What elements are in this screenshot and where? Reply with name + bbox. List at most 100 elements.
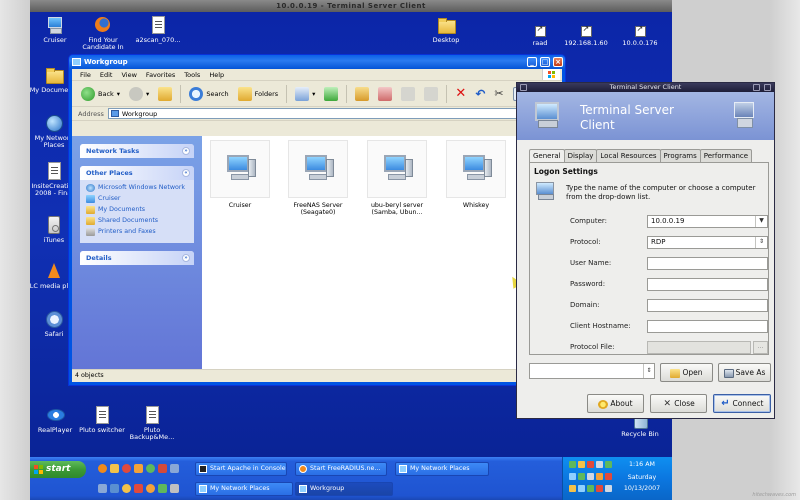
desktop-icon-find-candidate[interactable]: Find Your Candidate In: [73, 16, 133, 51]
place-shared-documents[interactable]: Shared Documents: [86, 217, 190, 225]
menu-help[interactable]: Help: [209, 71, 224, 79]
desktop-icon-pluto-backup[interactable]: Pluto Backup&Me...: [122, 406, 182, 441]
tray-app-icon[interactable]: [569, 485, 576, 492]
close-button[interactable]: [764, 84, 771, 91]
place-printers-and-faxes[interactable]: Printers and Faxes: [86, 228, 190, 236]
updown-arrows-icon[interactable]: ⇕: [643, 364, 654, 378]
other-places-header[interactable]: Other Places «: [80, 166, 194, 180]
chevron-up-icon[interactable]: «: [182, 169, 190, 177]
desktop-icon-192-168-1-60[interactable]: 192.168.1.60: [556, 25, 616, 47]
address-input[interactable]: Workgroup: [107, 108, 556, 119]
tab-general[interactable]: General: [529, 149, 565, 163]
protocol-select[interactable]: RDP ⇕: [647, 236, 768, 249]
quicklaunch-app-icon[interactable]: [158, 464, 167, 473]
menu-file[interactable]: File: [80, 71, 91, 79]
up-folder-button[interactable]: [155, 84, 175, 104]
place-my-documents[interactable]: My Documents: [86, 206, 190, 214]
start-button[interactable]: start: [30, 461, 86, 478]
clock-time[interactable]: 1:16 AM: [622, 461, 662, 468]
place-cruiser[interactable]: Cruiser: [86, 195, 190, 203]
task-start-apache[interactable]: Start Apache in Console: [195, 462, 287, 476]
desktop-icon-desktop[interactable]: Desktop: [416, 16, 476, 44]
menu-tools[interactable]: Tools: [184, 71, 200, 79]
quicklaunch-app-icon[interactable]: [98, 484, 107, 493]
quicklaunch-app-icon[interactable]: [134, 464, 143, 473]
connect-button[interactable]: ↵ Connect: [713, 394, 771, 413]
cut-button[interactable]: ✂: [491, 84, 506, 104]
move-to-button[interactable]: [352, 84, 372, 104]
maximize-button[interactable]: □: [540, 57, 550, 67]
desktop-icon-10-0-0-176[interactable]: 10.0.0.176: [610, 25, 670, 47]
minimize-button[interactable]: _: [527, 57, 537, 67]
chevron-down-icon[interactable]: »: [182, 147, 190, 155]
delete-button[interactable]: ✕: [452, 84, 469, 104]
tray-network-icon[interactable]: [569, 461, 576, 468]
details-header[interactable]: Details»: [80, 251, 194, 265]
username-input[interactable]: [647, 257, 768, 270]
quicklaunch-firefox-icon[interactable]: [98, 464, 107, 473]
quicklaunch-app-icon[interactable]: [146, 484, 155, 493]
task-my-network-places-2[interactable]: My Network Places: [195, 482, 293, 496]
place-microsoft-windows-network[interactable]: Microsoft Windows Network: [86, 184, 190, 192]
tray-app-icon[interactable]: [587, 461, 594, 468]
copy-to-button[interactable]: [375, 84, 395, 104]
quicklaunch-app-icon[interactable]: [122, 464, 131, 473]
tray-app-icon[interactable]: [596, 485, 603, 492]
tray-app-icon[interactable]: [569, 473, 576, 480]
open-button[interactable]: Open: [660, 363, 713, 382]
network-item-whiskey[interactable]: Whiskey: [441, 140, 511, 209]
updown-arrows-icon[interactable]: ⇕: [755, 237, 767, 248]
window-menu-icon[interactable]: [520, 84, 527, 91]
forward-button[interactable]: ▾: [126, 84, 152, 104]
desktop-icon-a2scan[interactable]: a2scan_070...: [128, 16, 188, 44]
tray-app-icon[interactable]: [596, 473, 603, 480]
explorer-titlebar[interactable]: Workgroup _ □ ×: [69, 55, 565, 69]
quicklaunch-app-icon[interactable]: [158, 484, 167, 493]
network-tasks-header[interactable]: Network Tasks»: [80, 144, 194, 158]
computer-combo[interactable]: 10.0.0.19 ▼: [647, 215, 768, 228]
chevron-down-icon[interactable]: ▼: [755, 216, 767, 227]
domain-input[interactable]: [647, 299, 768, 312]
tray-volume-icon[interactable]: [605, 485, 612, 492]
disconnect-drive-button[interactable]: [421, 84, 441, 104]
task-my-network-places-1[interactable]: My Network Places: [395, 462, 489, 476]
tray-app-icon[interactable]: [578, 485, 585, 492]
sync-button[interactable]: [321, 84, 341, 104]
close-button[interactable]: ×: [553, 57, 563, 67]
back-button[interactable]: Back ▾: [78, 84, 123, 104]
tray-app-icon[interactable]: [605, 461, 612, 468]
quicklaunch-app-icon[interactable]: [146, 464, 155, 473]
about-button[interactable]: About: [587, 394, 644, 413]
tray-app-icon[interactable]: [578, 461, 585, 468]
task-workgroup[interactable]: Workgroup: [295, 482, 393, 496]
tray-app-icon[interactable]: [578, 473, 585, 480]
tray-app-icon[interactable]: [605, 473, 612, 480]
tab-programs[interactable]: Programs: [659, 149, 701, 162]
quicklaunch-app-icon[interactable]: [170, 464, 179, 473]
menu-favorites[interactable]: Favorites: [146, 71, 175, 79]
quicklaunch-app-icon[interactable]: [170, 484, 179, 493]
tsclient-close-button[interactable]: ✕ Close: [650, 394, 707, 413]
client-hostname-input[interactable]: [647, 320, 768, 333]
network-item-freenas[interactable]: FreeNAS Server (Seagate0): [283, 140, 353, 216]
tab-display[interactable]: Display: [563, 149, 598, 162]
menu-edit[interactable]: Edit: [100, 71, 113, 79]
search-button[interactable]: Search: [186, 84, 231, 104]
profile-combo[interactable]: ⇕: [529, 363, 655, 379]
task-start-freeradius[interactable]: Start FreeRADIUS.ne...: [295, 462, 387, 476]
quicklaunch-app-icon[interactable]: [122, 484, 131, 493]
quicklaunch-messenger-icon[interactable]: [110, 464, 119, 473]
quicklaunch-app-icon[interactable]: [134, 484, 143, 493]
tsclient-titlebar[interactable]: Terminal Server Client: [517, 83, 774, 92]
chevron-down-icon[interactable]: »: [182, 254, 190, 262]
map-drive-button[interactable]: [398, 84, 418, 104]
tray-app-icon[interactable]: [587, 485, 594, 492]
views-button[interactable]: ▾: [292, 84, 318, 104]
quicklaunch-app-icon[interactable]: [110, 484, 119, 493]
tray-app-icon[interactable]: [587, 473, 594, 480]
tab-performance[interactable]: Performance: [699, 149, 753, 162]
tab-local-resources[interactable]: Local Resources: [596, 149, 661, 162]
password-input[interactable]: [647, 278, 768, 291]
folders-button[interactable]: Folders: [235, 84, 281, 104]
menu-view[interactable]: View: [121, 71, 136, 79]
